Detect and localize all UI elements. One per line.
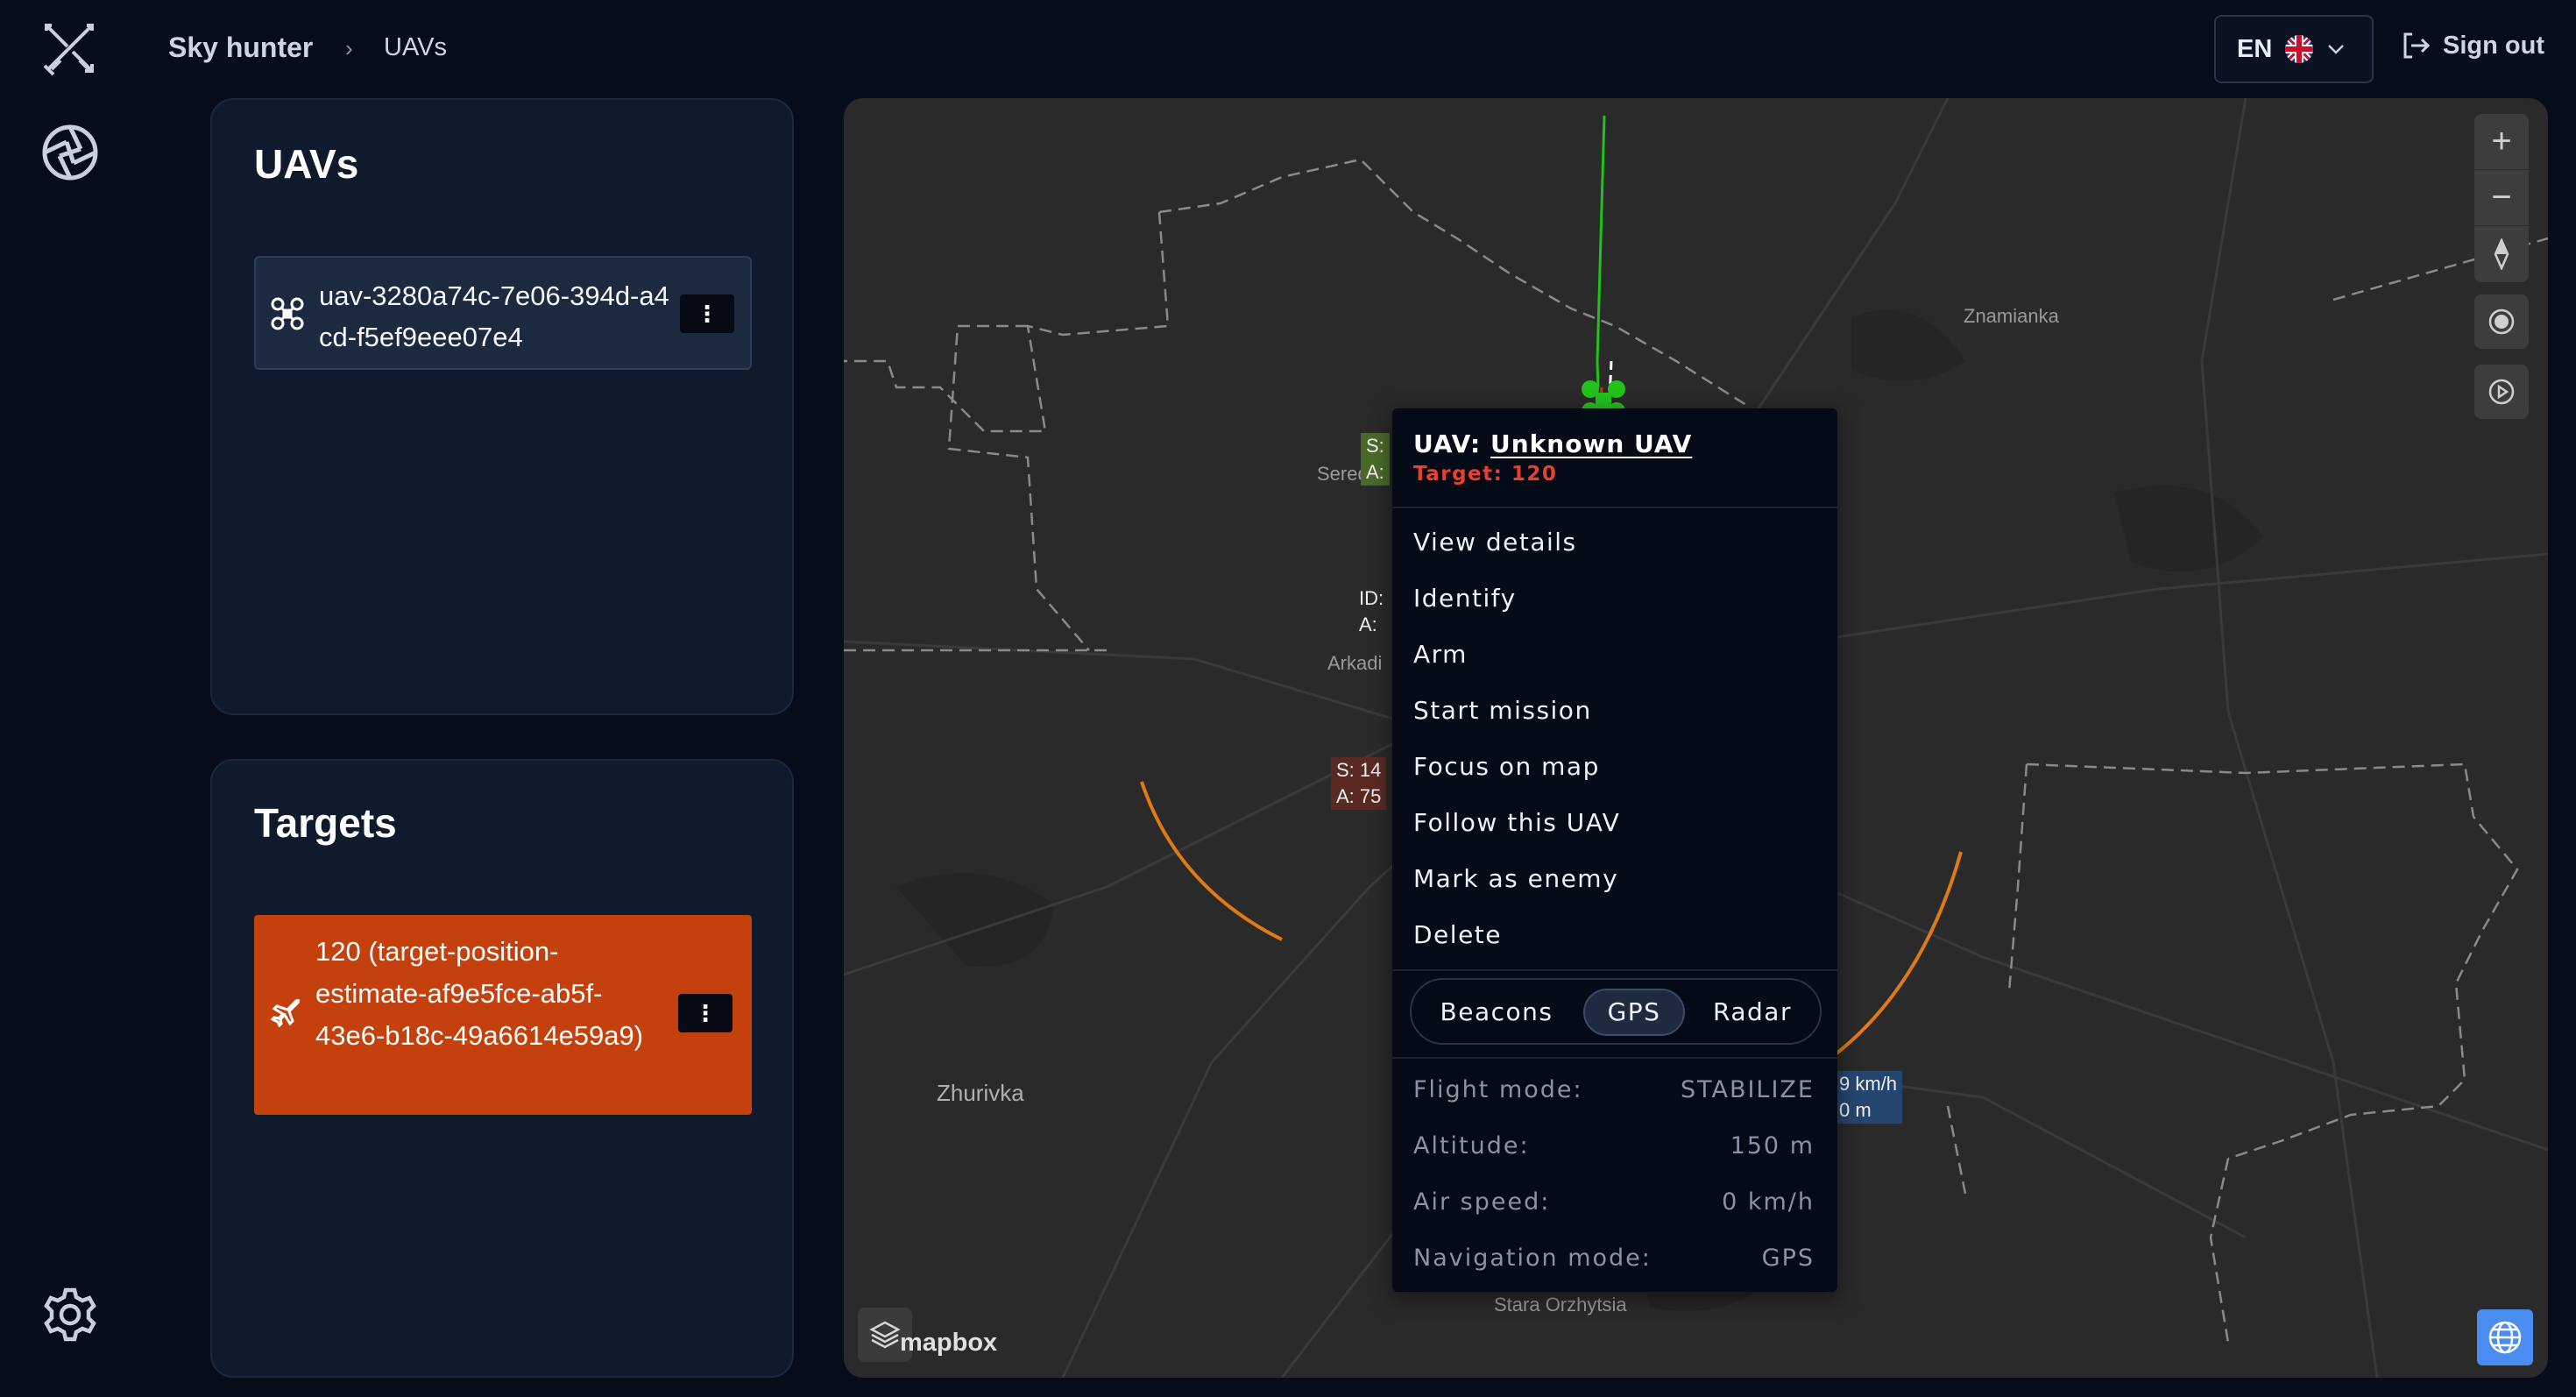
airplane-icon <box>270 998 301 1027</box>
tag-line: 9 km/h <box>1839 1073 1898 1095</box>
targets-panel: Targets 120 (target-position-estimate-af… <box>210 759 794 1378</box>
tag-line: S: <box>1366 435 1384 457</box>
popup-uav-name-link[interactable]: Unknown UAV <box>1490 429 1692 458</box>
source-beacons[interactable]: Beacons <box>1422 989 1571 1036</box>
tag-line: ID: <box>1359 587 1384 609</box>
tag-line: 0 m <box>1839 1099 1872 1121</box>
place-label: Arkadi <box>1327 652 1383 674</box>
uavs-panel: UAVs uav-3280a74c-7e06-394d-a4cd-f5ef9ee… <box>210 98 794 715</box>
navigation-mode-label: Navigation mode: <box>1413 1245 1652 1272</box>
divider <box>1392 507 1837 508</box>
compass-icon <box>2494 238 2509 270</box>
tag-line: A: <box>1359 613 1377 635</box>
globe-icon <box>2488 1321 2522 1354</box>
target-locate-icon <box>2488 308 2515 335</box>
menu-start-mission[interactable]: Start mission <box>1413 696 1592 725</box>
aperture-icon[interactable] <box>35 117 105 188</box>
menu-delete[interactable]: Delete <box>1413 920 1502 949</box>
locate-button[interactable] <box>2474 294 2529 349</box>
flight-mode-label: Flight mode: <box>1413 1076 1583 1103</box>
menu-view-details[interactable]: View details <box>1413 528 1577 557</box>
uk-flag-icon <box>2285 35 2314 63</box>
chevron-down-icon <box>2328 45 2345 54</box>
menu-arm[interactable]: Arm <box>1413 640 1468 669</box>
id-telemetry-tag: ID: A: <box>1354 585 1389 638</box>
targets-panel-title: Targets <box>254 800 397 846</box>
popup-uav-prefix: UAV: <box>1413 429 1482 458</box>
map-nav-controls: + − <box>2474 114 2529 282</box>
layers-icon <box>869 1321 901 1349</box>
source-gps[interactable]: GPS <box>1583 989 1685 1036</box>
target-label: 120 (target-position-estimate-af9e5fce-a… <box>315 936 644 1051</box>
uav-telemetry-tag: S: A: <box>1361 433 1390 486</box>
globe-button[interactable] <box>2477 1309 2533 1365</box>
mapbox-attribution[interactable]: mapbox <box>900 1329 997 1358</box>
uav-id: uav-3280a74c-7e06-394d-a4cd-f5ef9eee07e4 <box>319 280 669 352</box>
place-label: Stara Orzhytsia <box>1494 1294 1627 1315</box>
sign-out-button[interactable]: Sign out <box>2401 31 2544 60</box>
popup-target-label: Target: 120 <box>1413 463 1558 486</box>
source-radar[interactable]: Radar <box>1695 989 1809 1036</box>
zoom-in-button[interactable]: + <box>2474 114 2529 170</box>
tag-line: S: 14 <box>1336 759 1382 781</box>
compass-button[interactable] <box>2474 226 2529 282</box>
divider <box>1392 969 1837 971</box>
menu-mark-as-enemy[interactable]: Mark as enemy <box>1413 864 1618 893</box>
flight-mode-value: STABILIZE <box>1680 1076 1815 1103</box>
divider <box>1392 1057 1837 1059</box>
uavs-panel-title: UAVs <box>254 141 359 187</box>
menu-follow-uav[interactable]: Follow this UAV <box>1413 808 1620 837</box>
zoom-out-button[interactable]: − <box>2474 170 2529 226</box>
place-label: Znamianka <box>1964 305 2059 327</box>
altitude-label: Altitude: <box>1413 1132 1530 1159</box>
tag-line: A: <box>1366 461 1384 483</box>
air-speed-value: 0 km/h <box>1722 1188 1815 1216</box>
sign-out-icon <box>2403 32 2431 59</box>
uav-menu-button[interactable]: ⋮ <box>680 294 734 333</box>
breadcrumb-chevron-icon: › <box>345 35 353 61</box>
tag-line: A: 75 <box>1336 785 1382 807</box>
settings-gear-icon[interactable] <box>35 1280 105 1350</box>
menu-identify[interactable]: Identify <box>1413 584 1517 613</box>
language-code: EN <box>2237 34 2273 63</box>
app-logo-icon[interactable] <box>35 14 105 84</box>
drone-icon <box>271 297 304 330</box>
side-rail <box>0 0 140 1397</box>
position-source-toggle: Beacons GPS Radar <box>1410 978 1822 1045</box>
play-circle-icon <box>2488 379 2515 405</box>
navigation-mode-value: GPS <box>1761 1245 1815 1272</box>
menu-focus-on-map[interactable]: Focus on map <box>1413 752 1600 781</box>
language-select[interactable]: EN <box>2214 15 2374 83</box>
sign-out-label: Sign out <box>2443 31 2544 60</box>
playback-button[interactable] <box>2474 365 2529 419</box>
app-brand[interactable]: Sky hunter <box>168 32 313 64</box>
altitude-value: 150 m <box>1730 1132 1815 1159</box>
popup-header: UAV: Unknown UAV <box>1413 429 1692 458</box>
track-telemetry-tag: 9 km/h 0 m <box>1834 1071 1903 1124</box>
uav-list-item[interactable]: uav-3280a74c-7e06-394d-a4cd-f5ef9eee07e4… <box>254 256 752 370</box>
uav-context-popup: UAV: Unknown UAV Target: 120 View detail… <box>1392 408 1837 1292</box>
target-menu-button[interactable]: ⋮ <box>678 994 732 1032</box>
place-label: Zhurivka <box>937 1080 1024 1106</box>
breadcrumb-current: UAVs <box>384 33 447 61</box>
target-list-item[interactable]: 120 (target-position-estimate-af9e5fce-a… <box>254 915 752 1115</box>
target-telemetry-tag: S: 14 A: 75 <box>1331 757 1387 810</box>
air-speed-label: Air speed: <box>1413 1188 1551 1216</box>
